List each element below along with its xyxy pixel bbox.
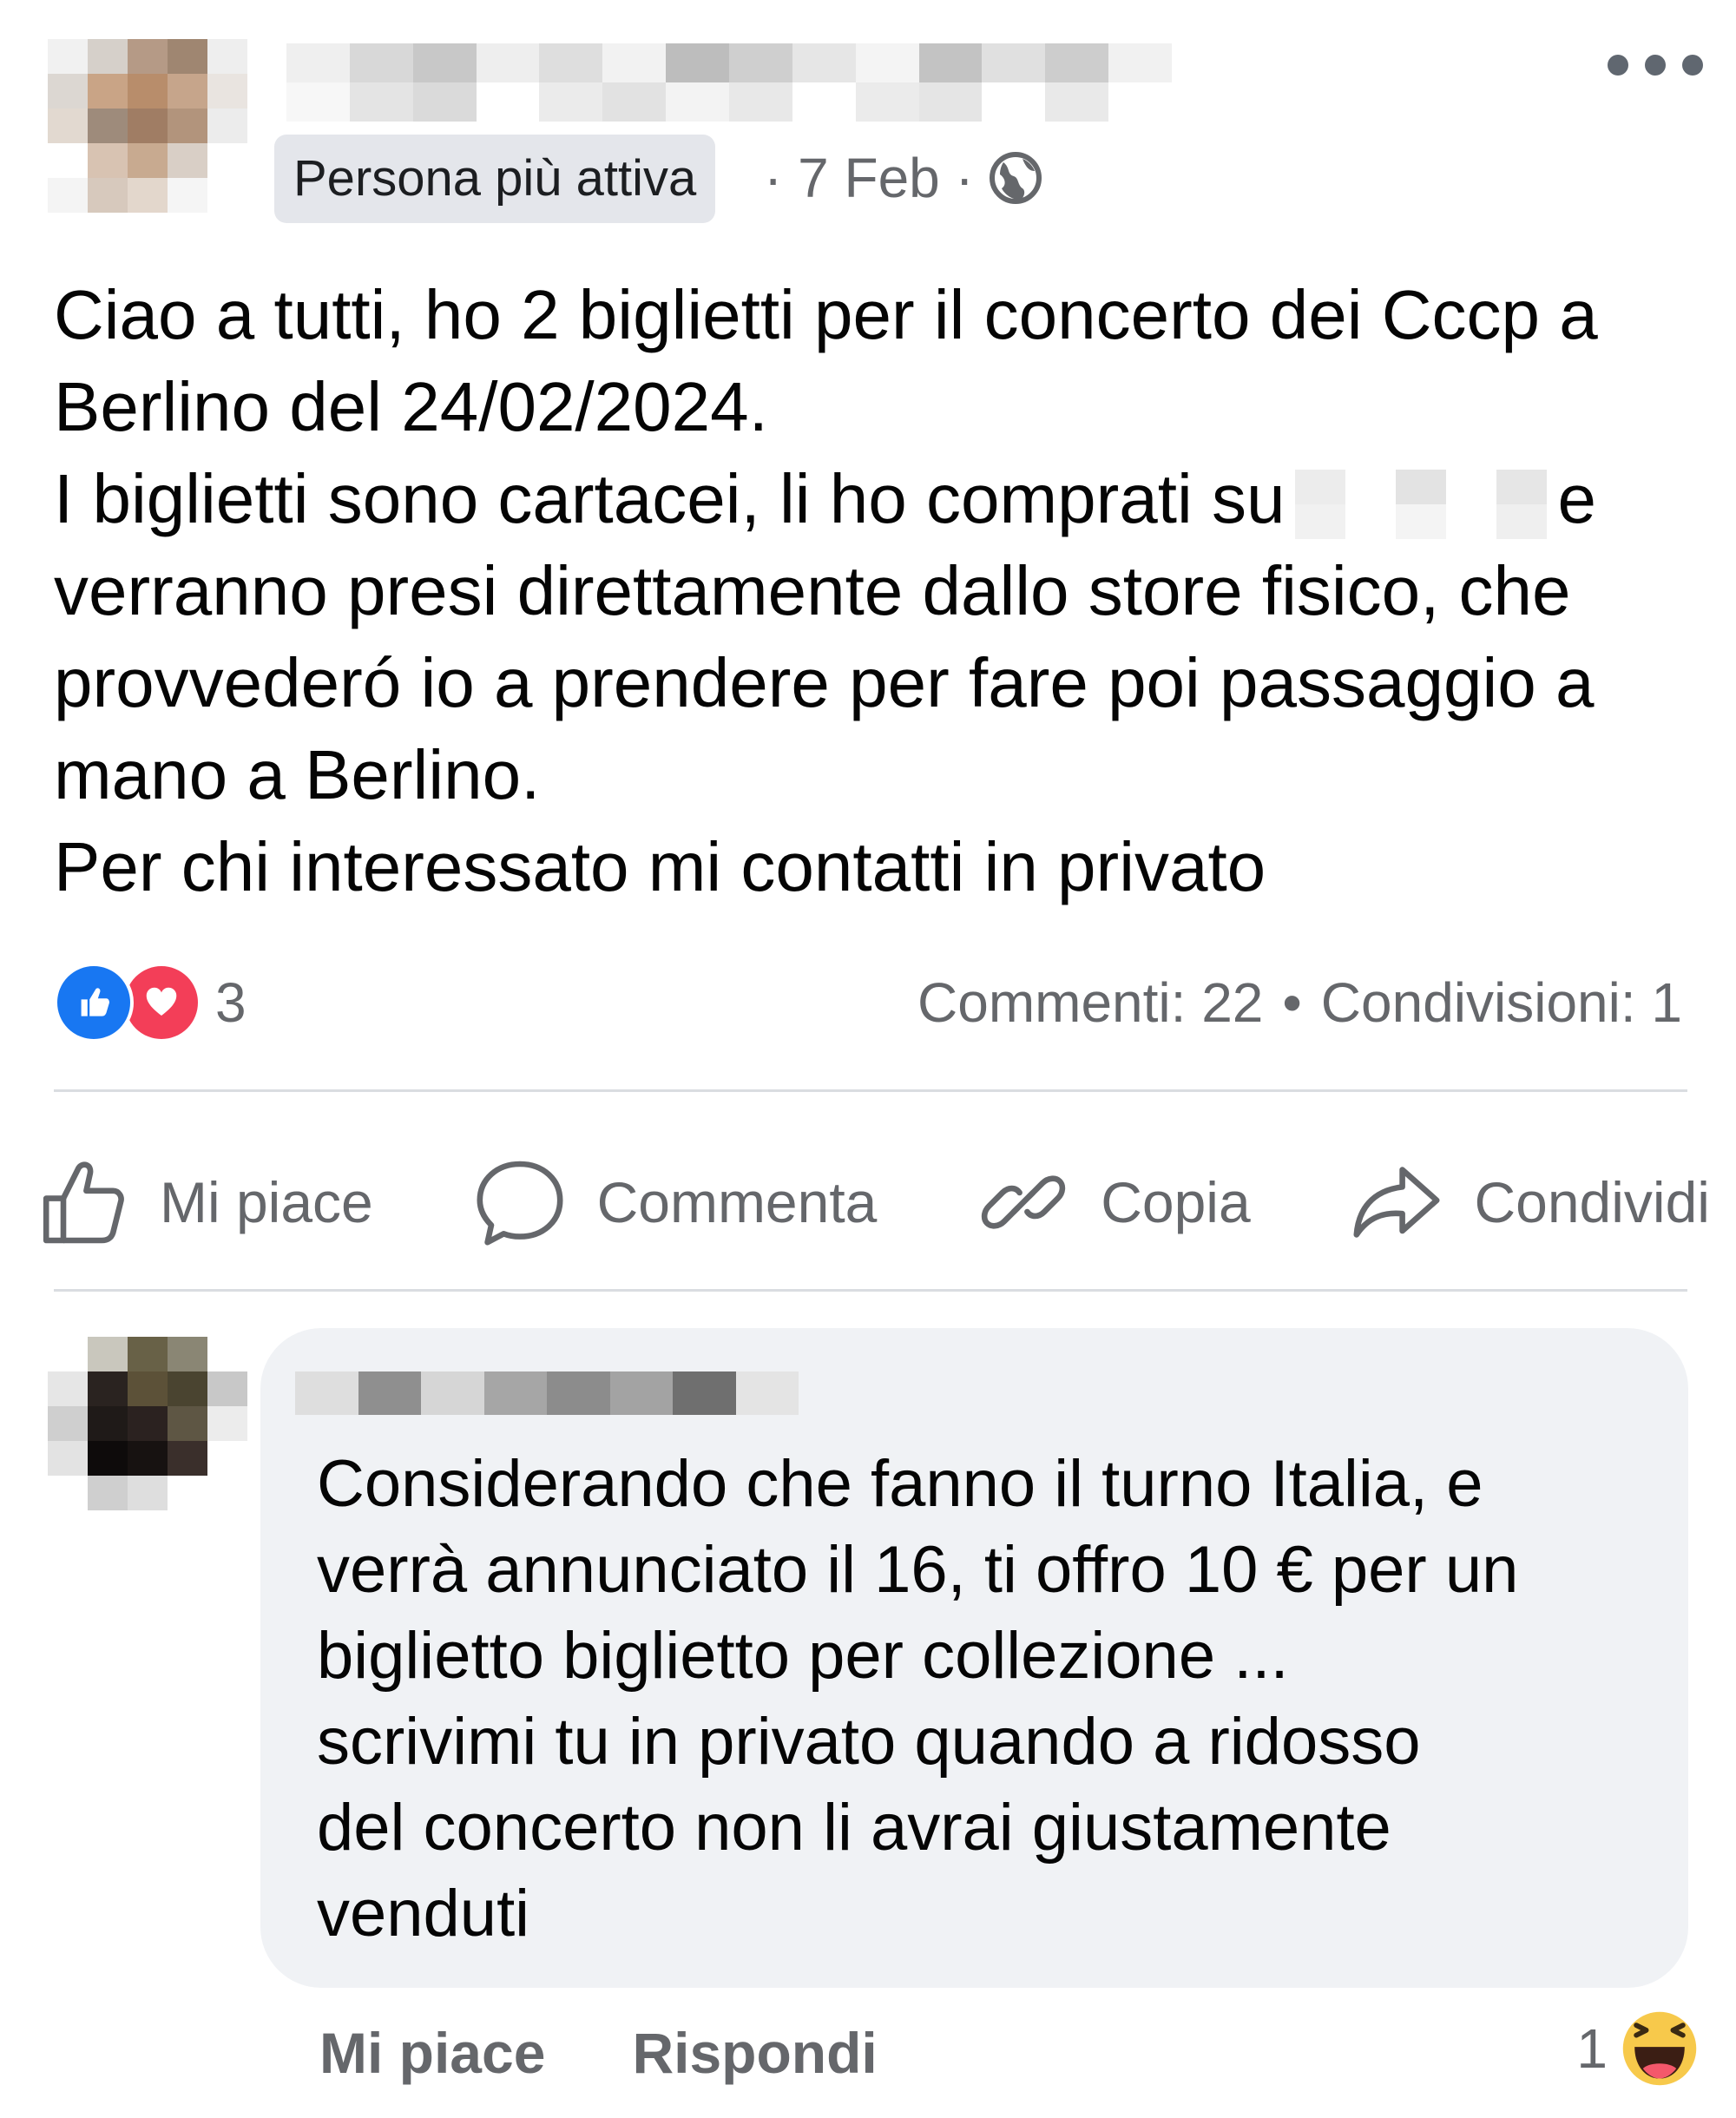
- globe-icon: [988, 150, 1043, 206]
- thumbs-up-icon: [43, 1161, 124, 1244]
- post-text: Ciao a tutti, ho 2 biglietti per il conc…: [54, 269, 1703, 913]
- post-date[interactable]: · 7 Feb ·: [764, 143, 974, 213]
- comment-reply-button[interactable]: Rispondi: [632, 2020, 877, 2086]
- copy-button-label: Copia: [1101, 1170, 1251, 1234]
- comment-text: Considerando che fanno il turno Italia, …: [317, 1441, 1671, 1957]
- post-action-bar: Mi piace Commenta Copia Condividi: [35, 1146, 1710, 1259]
- post-paragraph: verranno presi direttamente dallo store …: [54, 552, 1595, 813]
- share-button-label: Condividi: [1474, 1170, 1710, 1234]
- post-author-avatar[interactable]: [48, 39, 247, 213]
- comment-line: biglietto biglietto per collezione ...: [317, 1619, 1289, 1693]
- comment-reaction-count: 1: [1576, 2017, 1608, 2080]
- stats-separator: •: [1282, 971, 1302, 1034]
- like-button-label: Mi piace: [160, 1170, 373, 1234]
- reaction-count: 3: [215, 971, 247, 1034]
- like-button[interactable]: Mi piace: [35, 1154, 373, 1250]
- post-meta: · 7 Feb ·: [764, 143, 1043, 213]
- author-badge: Persona più attiva: [274, 135, 716, 223]
- like-reaction-icon: [54, 963, 134, 1043]
- comment-line: Considerando che fanno il turno Italia, …: [317, 1447, 1483, 1521]
- commenter-name-redacted[interactable]: [295, 1371, 799, 1415]
- comment-icon: [477, 1161, 563, 1246]
- post-paragraph: Ciao a tutti, ho 2 biglietti per il conc…: [54, 276, 1598, 445]
- comment-button[interactable]: Commenta: [472, 1154, 878, 1250]
- copy-link-button[interactable]: Copia: [976, 1154, 1251, 1250]
- share-button[interactable]: Condividi: [1349, 1154, 1710, 1250]
- comment-line: del concerto non li avrai giustamente: [317, 1791, 1391, 1865]
- comment-reactions[interactable]: 1: [1576, 2001, 1701, 2096]
- redacted-store-name: [1295, 469, 1548, 539]
- comment-line: verrà annunciato il 16, ti offro 10 € pe…: [317, 1533, 1519, 1607]
- post-reactions[interactable]: 3: [54, 963, 247, 1043]
- commenter-avatar[interactable]: [48, 1337, 247, 1510]
- post-text-segment: e: [1557, 460, 1596, 537]
- post-paragraph: I biglietti sono cartacei, li ho comprat…: [54, 453, 1703, 545]
- post-author-name-redacted[interactable]: [286, 43, 1172, 122]
- haha-reaction-icon: [1619, 2008, 1700, 2089]
- post-paragraph: Per chi interessato mi contatti in priva…: [54, 828, 1266, 905]
- comment-line: venduti: [317, 1877, 530, 1950]
- comment-button-label: Commenta: [596, 1170, 878, 1234]
- comments-count[interactable]: Commenti: 22: [917, 964, 1263, 1042]
- shares-count[interactable]: Condivisioni: 1: [1321, 964, 1682, 1042]
- divider: [54, 1089, 1687, 1092]
- more-options-icon[interactable]: [1608, 43, 1703, 87]
- link-icon: [982, 1175, 1066, 1229]
- comment-line: scrivimi tu in privato quando a ridosso: [317, 1705, 1421, 1779]
- post-text-segment: I biglietti sono cartacei, li ho comprat…: [54, 460, 1286, 537]
- post-stats: Commenti: 22 • Condivisioni: 1: [917, 964, 1682, 1042]
- divider: [54, 1289, 1687, 1292]
- comment-actions: Mi piace Rispondi: [319, 2009, 878, 2096]
- comment-like-button[interactable]: Mi piace: [319, 2020, 545, 2086]
- share-arrow-icon: [1353, 1167, 1440, 1238]
